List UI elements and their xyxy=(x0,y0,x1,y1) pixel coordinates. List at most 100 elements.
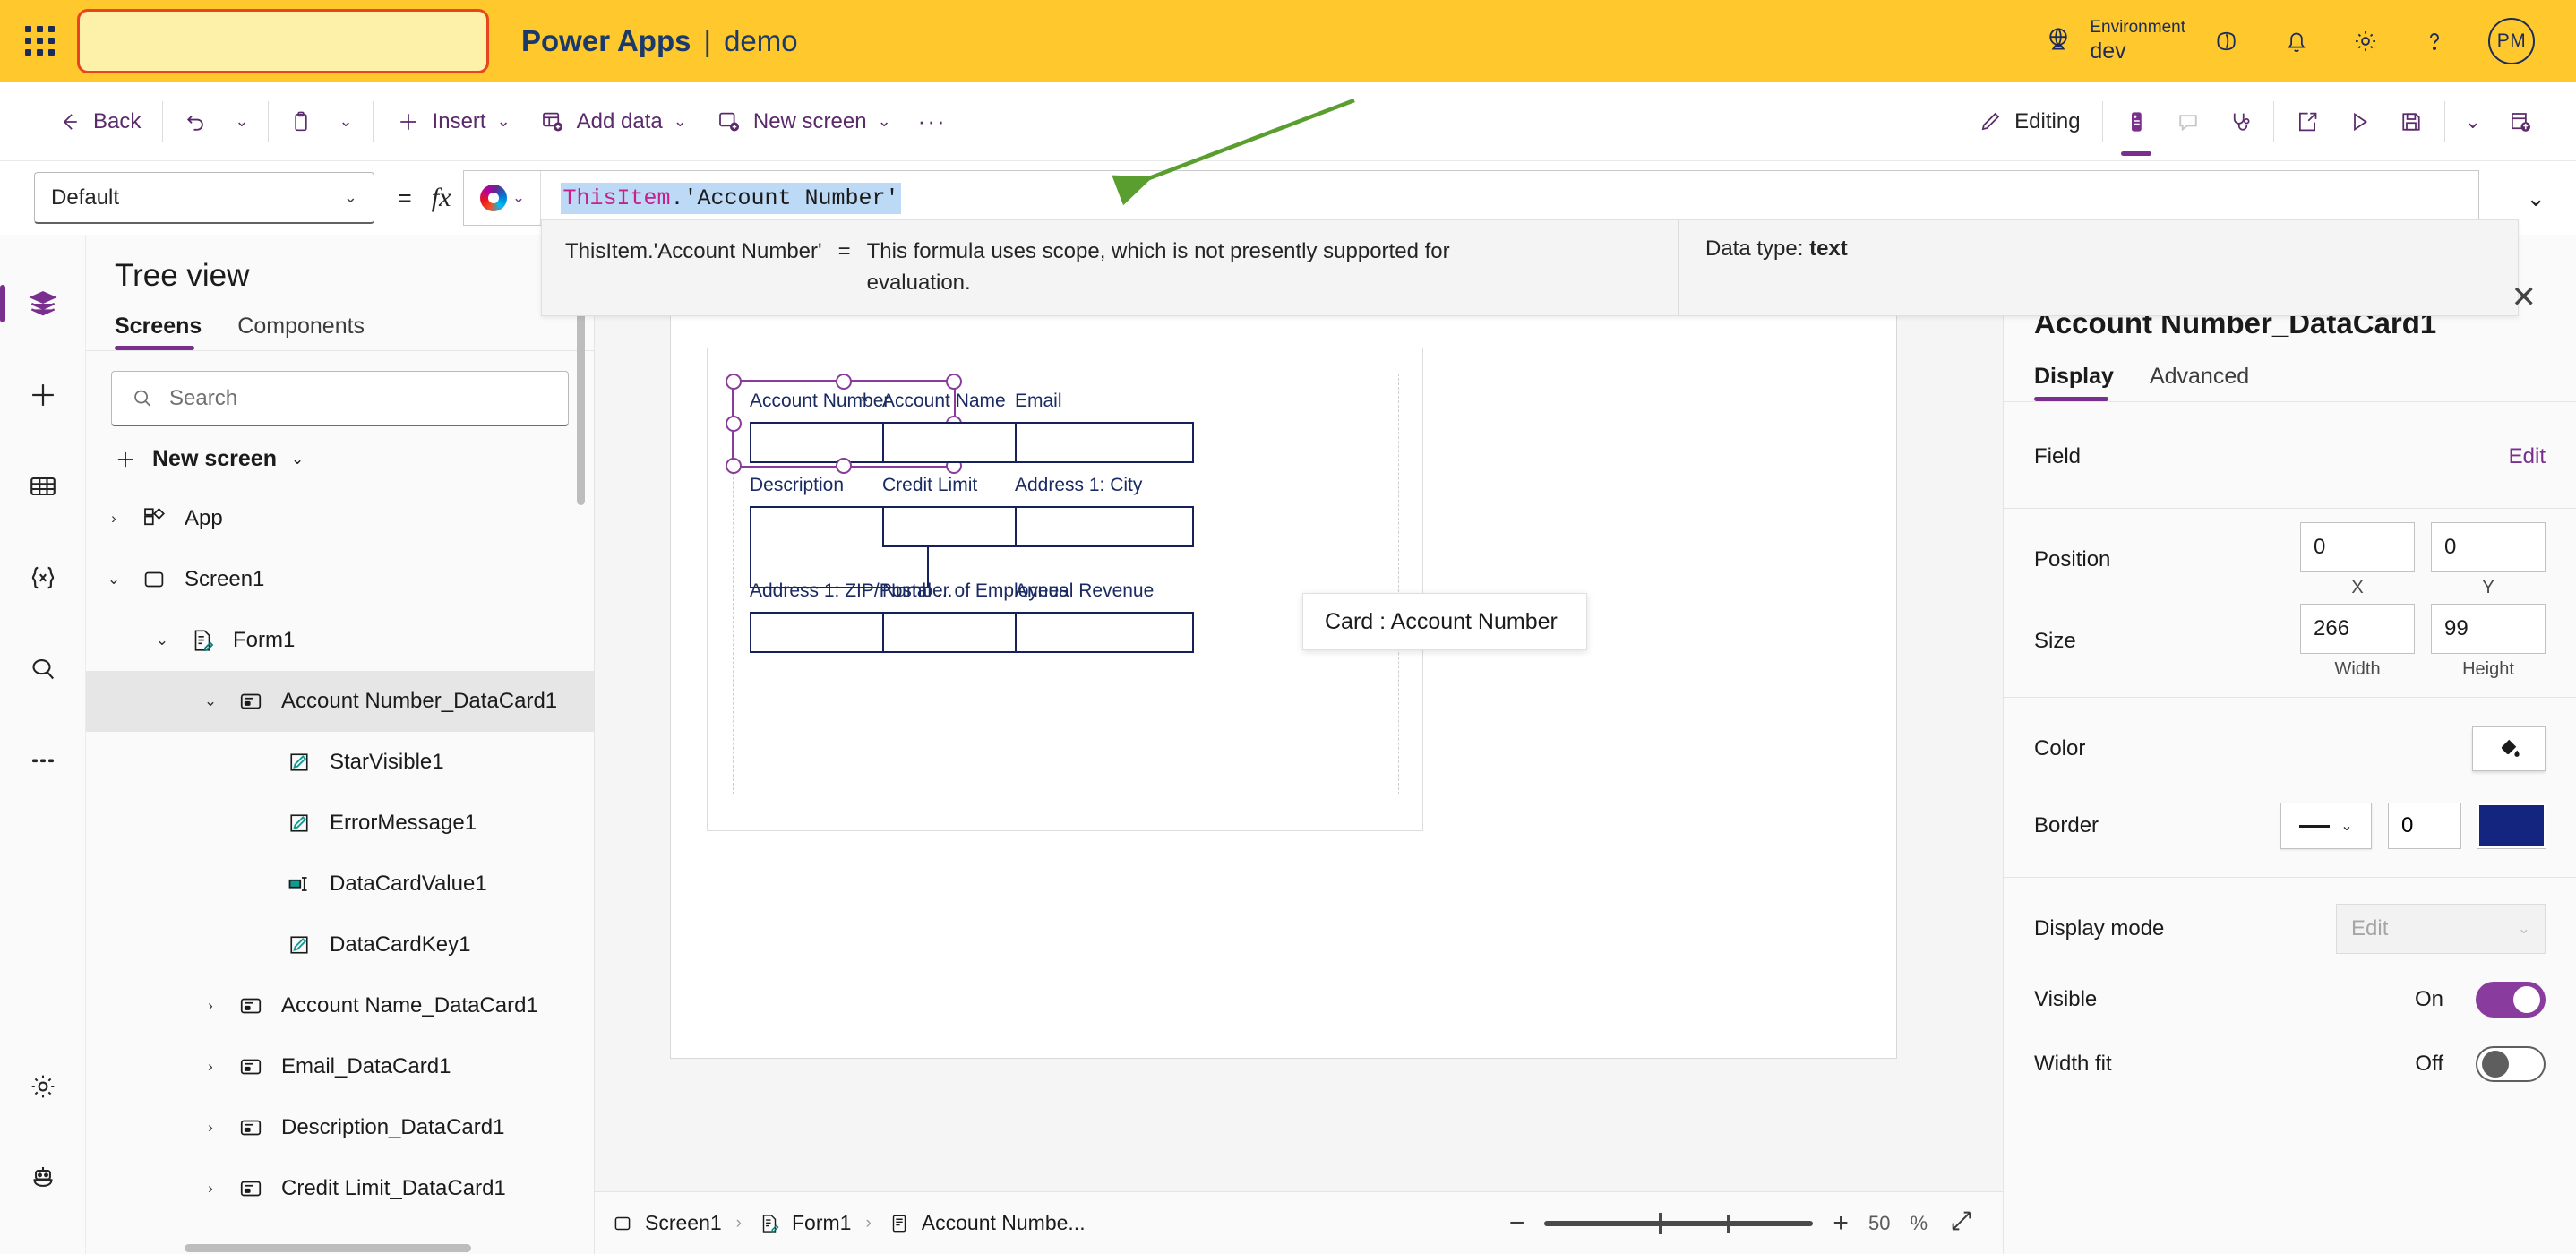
zoom-in-button[interactable]: + xyxy=(1833,1208,1849,1239)
environment-selector[interactable]: Environment dev xyxy=(2043,17,2185,66)
tab-screens[interactable]: Screens xyxy=(115,314,202,350)
chevron-right-icon[interactable]: › xyxy=(199,1180,222,1198)
copilot-icon[interactable] xyxy=(2212,26,2243,56)
overflow-menu-button[interactable]: ··· xyxy=(906,95,959,149)
comment-button[interactable] xyxy=(2162,95,2214,149)
tab-advanced[interactable]: Advanced xyxy=(2150,364,2249,401)
insert-button[interactable]: Insert ⌄ xyxy=(381,95,525,149)
display-mode-select[interactable]: Edit ⌄ xyxy=(2336,904,2546,954)
tree-node-datacardvalue1[interactable]: DataCardValue1 xyxy=(86,854,594,915)
tree-node-account-name-datacard1[interactable]: › Account Name_DataCard1 xyxy=(86,975,594,1036)
help-icon[interactable] xyxy=(2420,27,2449,56)
form-control[interactable]: Account Number * Account Name Email Descript… xyxy=(707,348,1423,831)
chevron-right-icon[interactable]: › xyxy=(199,1058,222,1076)
tree-node-credit-limit-datacard1[interactable]: › Credit Limit_DataCard1 xyxy=(86,1158,594,1219)
position-x-input[interactable]: 0 xyxy=(2300,521,2415,572)
rail-item-data[interactable] xyxy=(0,441,86,532)
field-input[interactable] xyxy=(1015,422,1194,463)
chevron-right-icon[interactable]: › xyxy=(199,1119,222,1137)
add-data-button[interactable]: Add data ⌄ xyxy=(525,95,701,149)
undo-dropdown[interactable]: ⌄ xyxy=(222,95,261,149)
position-y-input[interactable]: 0 xyxy=(2431,521,2546,572)
undo-button[interactable] xyxy=(170,95,222,149)
resize-handle[interactable] xyxy=(726,458,742,474)
canvas-area[interactable]: Account Number * Account Name Email Descript… xyxy=(595,235,2003,1191)
tree-node-account-number-datacard1[interactable]: ⌄ Account Number_DataCard1 xyxy=(86,671,594,732)
tree-node-starvisible1[interactable]: StarVisible1 xyxy=(86,732,594,793)
tab-display[interactable]: Display xyxy=(2034,364,2114,401)
paste-button[interactable] xyxy=(276,95,326,149)
zoom-slider-handle[interactable] xyxy=(1659,1212,1662,1234)
tree-horizontal-scrollbar[interactable] xyxy=(185,1244,471,1252)
fit-screen-icon[interactable] xyxy=(1947,1207,1976,1240)
avatar[interactable]: PM xyxy=(2488,18,2535,64)
rail-item-search[interactable] xyxy=(0,623,86,715)
chevron-down-icon[interactable]: ⌄ xyxy=(199,692,222,710)
resize-handle[interactable] xyxy=(726,374,742,390)
save-dropdown[interactable]: ⌄ xyxy=(2452,95,2494,149)
rail-item-more[interactable] xyxy=(0,715,86,806)
breadcrumb-screen1[interactable]: Screen1 xyxy=(595,1192,736,1254)
share-button[interactable] xyxy=(2281,95,2333,149)
copilot-formula-button[interactable]: ⌄ xyxy=(464,171,542,225)
form-field-address-1-city[interactable]: Address 1: City xyxy=(1015,475,1194,547)
search-input[interactable]: Search xyxy=(111,371,569,426)
play-button[interactable] xyxy=(2333,95,2385,149)
tree-node-email-datacard1[interactable]: › Email_DataCard1 xyxy=(86,1036,594,1097)
tree-node-datacardkey1[interactable]: DataCardKey1 xyxy=(86,915,594,975)
chevron-right-icon[interactable]: › xyxy=(199,997,222,1015)
new-screen-button[interactable]: New screen ⌄ xyxy=(701,95,906,149)
editing-mode-button[interactable]: Editing xyxy=(1962,95,2094,149)
resize-handle[interactable] xyxy=(726,416,742,432)
new-screen-tree-button[interactable]: New screen ⌄ xyxy=(86,426,594,488)
tree-node-list[interactable]: › App ⌄ Screen1 ⌄ Form1 ⌄ Account Number_DataCa… xyxy=(86,488,594,1254)
field-input[interactable] xyxy=(1015,612,1194,653)
rail-item-insert[interactable] xyxy=(0,349,86,441)
size-height-input[interactable]: 99 xyxy=(2431,603,2546,654)
resize-handle[interactable] xyxy=(946,374,962,390)
publish-button[interactable] xyxy=(2494,95,2546,149)
resize-handle[interactable] xyxy=(836,374,852,390)
formula-input[interactable]: ⌄ ThisItem.'Account Number' xyxy=(463,170,2479,226)
resize-handle[interactable] xyxy=(836,458,852,474)
app-launcher-icon[interactable] xyxy=(25,26,56,56)
gear-icon[interactable] xyxy=(2350,26,2381,56)
rail-item-settings[interactable] xyxy=(0,1041,86,1132)
zoom-out-button[interactable]: − xyxy=(1509,1208,1525,1239)
breadcrumb-form1[interactable]: Form1 xyxy=(742,1192,865,1254)
chevron-down-icon[interactable]: ⌄ xyxy=(150,631,174,649)
tree-node-errormessage1[interactable]: ErrorMessage1 xyxy=(86,793,594,854)
breadcrumb-datacard[interactable]: Account Numbe... xyxy=(872,1192,1100,1254)
form-field-annual-revenue[interactable]: Annual Revenue xyxy=(1015,580,1194,653)
chevron-right-icon[interactable]: › xyxy=(102,510,125,528)
formula-text[interactable]: ThisItem.'Account Number' xyxy=(561,182,901,214)
tree-node-form1[interactable]: ⌄ Form1 xyxy=(86,610,594,671)
formula-expand-chevron-icon[interactable]: ⌄ xyxy=(2526,185,2546,212)
paste-dropdown[interactable]: ⌄ xyxy=(326,95,365,149)
tree-node-screen1[interactable]: ⌄ Screen1 xyxy=(86,549,594,610)
rail-item-copilot-agent[interactable] xyxy=(0,1132,86,1224)
border-color-swatch[interactable] xyxy=(2477,803,2546,848)
save-button[interactable] xyxy=(2385,95,2437,149)
back-button[interactable]: Back xyxy=(41,95,155,149)
chevron-down-icon[interactable]: ⌄ xyxy=(102,571,125,588)
width-fit-toggle[interactable] xyxy=(2476,1046,2546,1082)
close-icon[interactable]: ✕ xyxy=(2512,279,2537,315)
screen-surface[interactable]: Account Number * Account Name Email Descript… xyxy=(670,315,1897,1059)
visible-toggle[interactable] xyxy=(2476,982,2546,1018)
bell-icon[interactable] xyxy=(2282,27,2311,56)
properties-pane-toggle[interactable] xyxy=(2110,95,2162,156)
form-field-email[interactable]: Email xyxy=(1015,391,1194,463)
zoom-slider[interactable] xyxy=(1544,1212,1814,1234)
border-width-input[interactable]: 0 xyxy=(2388,803,2461,849)
tree-node-description-datacard1[interactable]: › Description_DataCard1 xyxy=(86,1097,594,1158)
app-checker-button[interactable] xyxy=(2214,95,2266,149)
color-picker-button[interactable] xyxy=(2472,726,2546,771)
rail-item-variables[interactable] xyxy=(0,532,86,623)
rail-item-tree-view[interactable] xyxy=(0,258,86,349)
border-style-select[interactable]: ⌄ xyxy=(2280,803,2372,849)
size-width-input[interactable]: 266 xyxy=(2300,603,2415,654)
tab-components[interactable]: Components xyxy=(237,314,365,350)
property-selector[interactable]: Default ⌄ xyxy=(34,172,374,224)
field-edit-link[interactable]: Edit xyxy=(2509,444,2546,469)
